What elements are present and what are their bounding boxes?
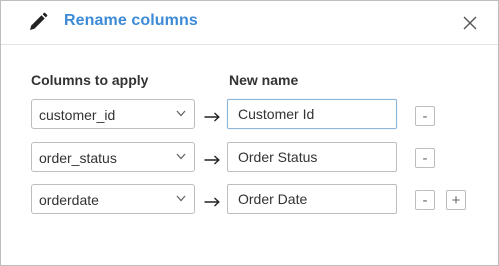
columns-to-apply-header: Columns to apply (31, 72, 149, 88)
close-icon[interactable] (463, 16, 477, 30)
chevron-down-icon (176, 195, 186, 202)
remove-row-button[interactable]: - (415, 190, 435, 210)
column-select[interactable]: order_status (31, 142, 195, 172)
column-select-value: order_status (39, 150, 117, 166)
arrow-right-icon (204, 155, 220, 165)
dialog-header: Rename columns (1, 1, 498, 45)
rename-columns-dialog: Rename columns Columns to apply New name… (0, 0, 499, 266)
remove-row-button[interactable]: - (415, 106, 435, 126)
new-name-header: New name (229, 72, 299, 88)
add-row-button[interactable]: + (446, 190, 466, 210)
new-name-input[interactable] (227, 99, 397, 129)
new-name-input[interactable] (227, 184, 397, 214)
column-select[interactable]: orderdate (31, 184, 195, 214)
remove-row-button[interactable]: - (415, 148, 435, 168)
pencil-icon (30, 12, 48, 30)
column-select[interactable]: customer_id (31, 99, 195, 129)
arrow-right-icon (204, 112, 220, 122)
dialog-title: Rename columns (64, 12, 198, 29)
column-select-value: customer_id (39, 107, 116, 123)
arrow-right-icon (204, 197, 220, 207)
chevron-down-icon (176, 110, 186, 117)
chevron-down-icon (176, 153, 186, 160)
new-name-input[interactable] (227, 142, 397, 172)
column-select-value: orderdate (39, 192, 99, 208)
